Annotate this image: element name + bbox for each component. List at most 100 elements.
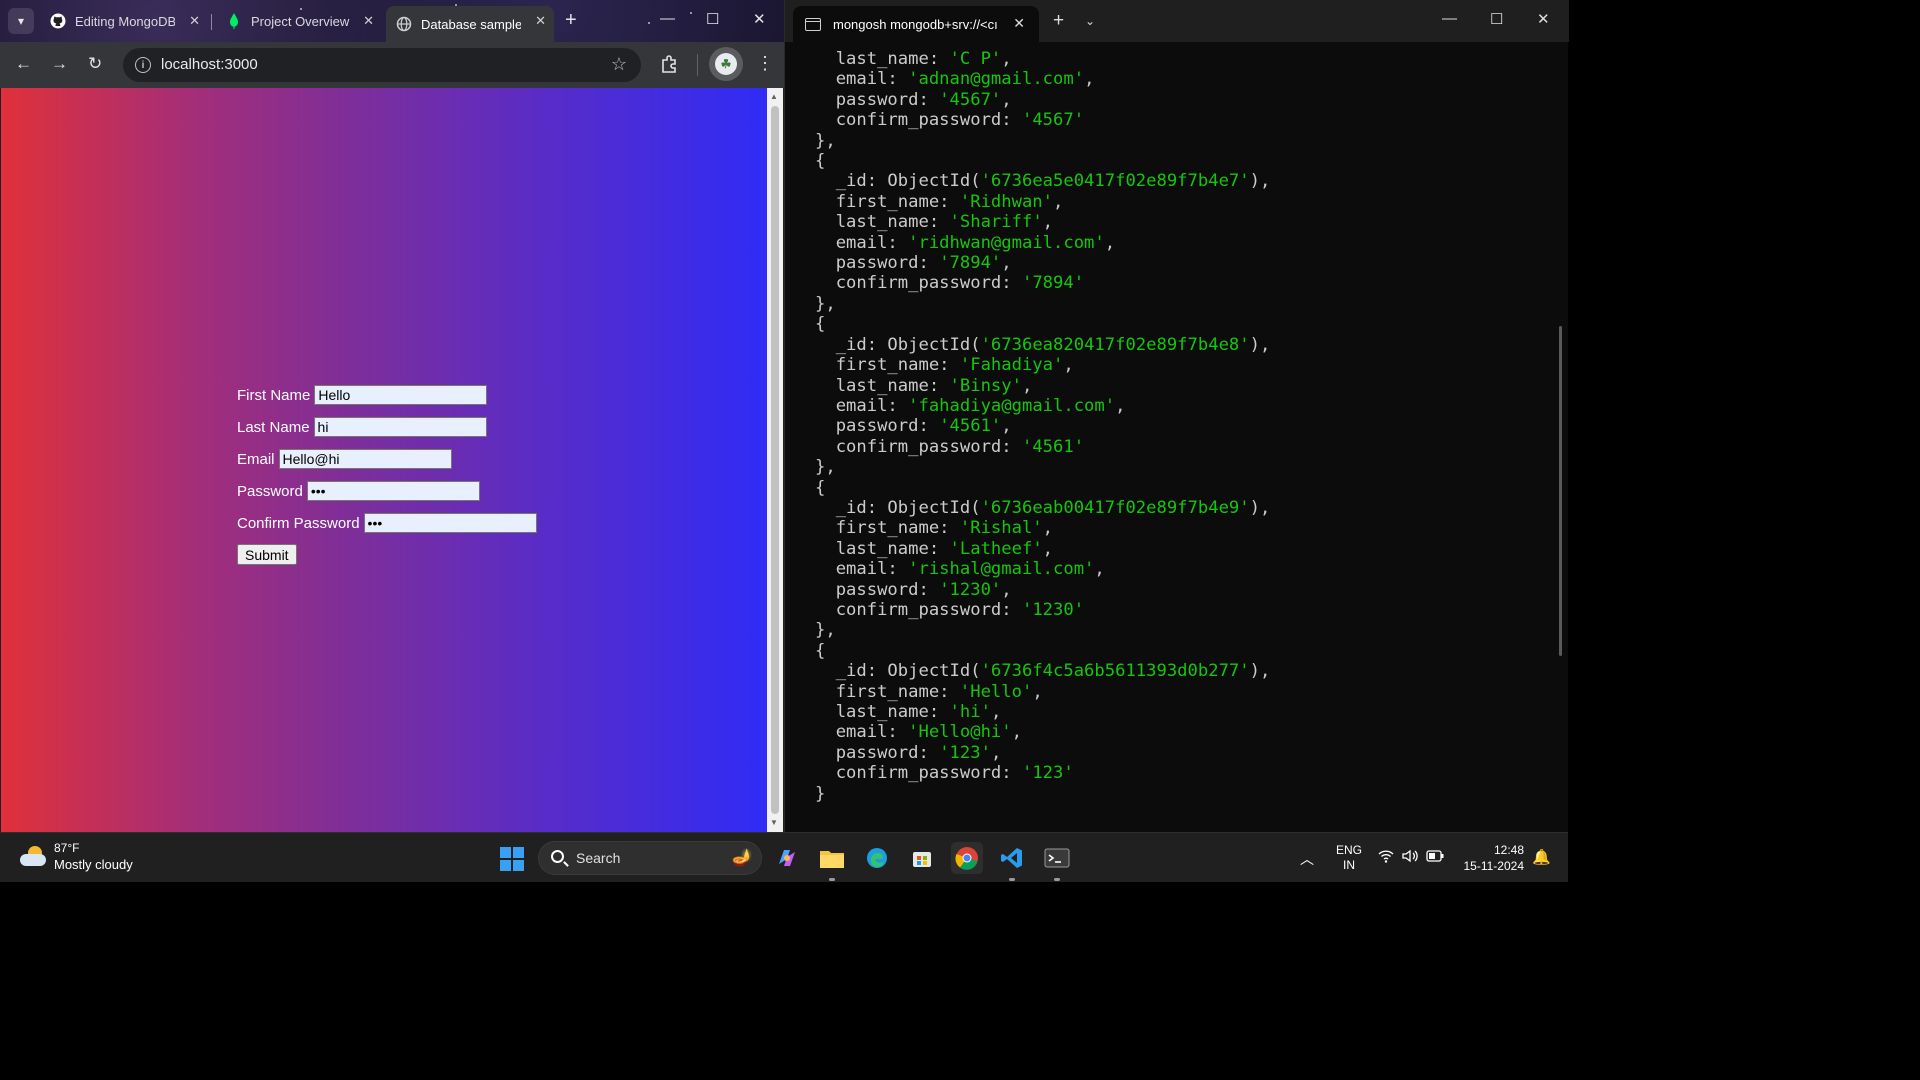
globe-icon [396, 16, 412, 32]
code-text: }, [815, 620, 836, 641]
last-name-input[interactable] [313, 417, 487, 437]
password-label: Password [237, 482, 303, 500]
code-text: , [1042, 538, 1054, 559]
terminal-line: first_name: 'Rishal', [815, 518, 1555, 538]
code-text: { [815, 640, 826, 661]
weather-widget[interactable]: 87°F Mostly cloudy [18, 841, 133, 873]
code-text: _id: ObjectId( [815, 334, 981, 355]
forward-arrow-icon[interactable]: → [51, 54, 68, 74]
submit-button[interactable]: Submit [237, 544, 297, 565]
code-text: confirm_password: [815, 110, 1022, 131]
terminal-line: last_name: 'C P', [815, 49, 1555, 69]
first-name-input[interactable] [314, 385, 488, 405]
last-name-row: Last Name [237, 416, 487, 438]
extensions-puzzle-icon[interactable] [661, 54, 679, 74]
volume-icon[interactable] [1402, 849, 1420, 866]
code-text: email: [815, 232, 909, 253]
email-row: Email [237, 448, 452, 470]
code-text: last_name: [815, 702, 950, 722]
minimize-icon[interactable]: — [1442, 10, 1457, 27]
password-input[interactable] [306, 481, 480, 501]
vscode-icon[interactable] [996, 842, 1028, 881]
bookmark-star-icon[interactable]: ☆ [611, 54, 627, 75]
new-tab-button[interactable]: + [1053, 11, 1064, 30]
confirm-password-row: Confirm Password [237, 512, 537, 534]
terminal-icon[interactable] [1041, 842, 1073, 881]
close-tab-icon[interactable]: ✕ [535, 13, 546, 29]
terminal-output[interactable]: last_name: 'C P', email: 'adnan@gmail.co… [815, 49, 1555, 819]
terminal-line: _id: ObjectId('6736eab00417f02e89f7b4e9'… [815, 498, 1555, 518]
maximize-icon[interactable]: ☐ [1490, 10, 1503, 28]
code-text: , [1001, 49, 1012, 69]
code-text: last_name: [815, 212, 950, 233]
kebab-menu-icon[interactable]: ⋮ [756, 54, 774, 72]
code-text: email: [815, 559, 909, 580]
close-window-icon[interactable]: ✕ [1537, 10, 1550, 28]
string-value: 'fahadiya@gmail.com' [908, 395, 1116, 416]
page-scrollbar[interactable]: ▲ ▼ [767, 88, 783, 832]
chrome-icon[interactable] [951, 842, 983, 874]
string-value: '6736ea820417f02e89f7b4e8' [980, 334, 1250, 355]
site-info-icon[interactable]: i [135, 57, 151, 73]
terminal-line: password: '4561', [815, 416, 1555, 436]
code-text: email: [815, 395, 909, 416]
copilot-icon[interactable] [771, 842, 803, 874]
close-tab-icon[interactable]: ✕ [363, 13, 374, 29]
string-value: 'rishal@gmail.com' [908, 559, 1095, 580]
input-language-indicator[interactable]: ENG IN [1336, 843, 1362, 873]
code-text: , [1042, 518, 1054, 539]
scroll-down-arrow-icon[interactable]: ▼ [770, 818, 778, 827]
new-tab-button[interactable]: + [565, 10, 577, 30]
code-text: _id: ObjectId( [815, 171, 981, 192]
string-value: 'C P' [949, 49, 1002, 69]
battery-icon[interactable] [1426, 849, 1444, 865]
password-row: Password [237, 480, 480, 502]
scroll-up-arrow-icon[interactable]: ▲ [770, 92, 778, 101]
terminal-line: _id: ObjectId('6736f4c5a6b5611393d0b277'… [815, 661, 1555, 681]
address-text[interactable]: localhost:3000 [161, 56, 258, 73]
profile-picture-icon: ☘ [715, 53, 737, 75]
browser-tab-strip: ▾ Editing MongoDB- ✕ Project Overview | … [0, 0, 784, 42]
chevron-down-icon[interactable]: ⌄ [1085, 14, 1095, 28]
confirm-password-input[interactable] [363, 513, 537, 533]
code-text: email: [815, 722, 909, 743]
taskbar-search[interactable]: Search 🪔 [538, 841, 762, 875]
profile-avatar[interactable]: ☘ [709, 47, 743, 81]
terminal-tab[interactable]: mongosh mongodb+srv://<cı ✕ [793, 6, 1039, 42]
terminal-line: last_name: 'Latheef', [815, 539, 1555, 559]
close-tab-icon[interactable]: ✕ [1013, 15, 1025, 32]
terminal-scrollbar[interactable] [1559, 326, 1562, 656]
scrollbar-thumb[interactable] [771, 106, 779, 814]
code-text: ), [1249, 497, 1271, 518]
clock-date: 15-11-2024 [1463, 859, 1525, 873]
edge-browser-icon[interactable] [861, 842, 893, 874]
windows-start-icon[interactable] [500, 847, 524, 871]
wifi-icon[interactable] [1378, 849, 1394, 866]
tab-database-sample[interactable]: Database sample ✕ [386, 6, 554, 42]
close-tab-icon[interactable]: ✕ [189, 13, 200, 29]
tab-search-button[interactable]: ▾ [8, 8, 34, 34]
maximize-icon[interactable]: ☐ [706, 10, 719, 28]
email-input[interactable] [278, 449, 452, 469]
microsoft-store-icon[interactable] [906, 842, 938, 874]
close-window-icon[interactable]: ✕ [753, 10, 766, 28]
file-explorer-icon[interactable] [816, 842, 848, 881]
code-text: , [1042, 212, 1054, 233]
terminal-line: email: 'adnan@gmail.com', [815, 69, 1555, 89]
back-arrow-icon[interactable]: ← [15, 54, 32, 74]
system-clock[interactable]: 12:48 15-11-2024 [1454, 842, 1525, 874]
terminal-line: }, [815, 620, 1555, 640]
string-value: 'Latheef' [949, 538, 1043, 559]
code-text: , [1021, 375, 1033, 396]
tab-project-overview[interactable]: Project Overview | ✕ [216, 6, 382, 36]
address-bar[interactable]: i localhost:3000 ☆ [123, 48, 641, 82]
terminal-tab-strip: mongosh mongodb+srv://<cı ✕ + ⌄ — ☐ ✕ [785, 0, 1569, 42]
tab-editing-mongodb[interactable]: Editing MongoDB- ✕ [40, 6, 208, 36]
minimize-icon[interactable]: — [660, 10, 675, 27]
string-value: 'ridhwan@gmail.com' [908, 232, 1105, 253]
reload-icon[interactable]: ↻ [88, 54, 102, 74]
terminal-line: { [815, 641, 1555, 661]
taskbar: 87°F Mostly cloudy Search 🪔 ︿ ENG IN 12:… [0, 832, 1568, 882]
notification-bell-icon[interactable]: 🔔 [1532, 848, 1551, 866]
show-hidden-icons-icon[interactable]: ︿ [1300, 849, 1314, 869]
